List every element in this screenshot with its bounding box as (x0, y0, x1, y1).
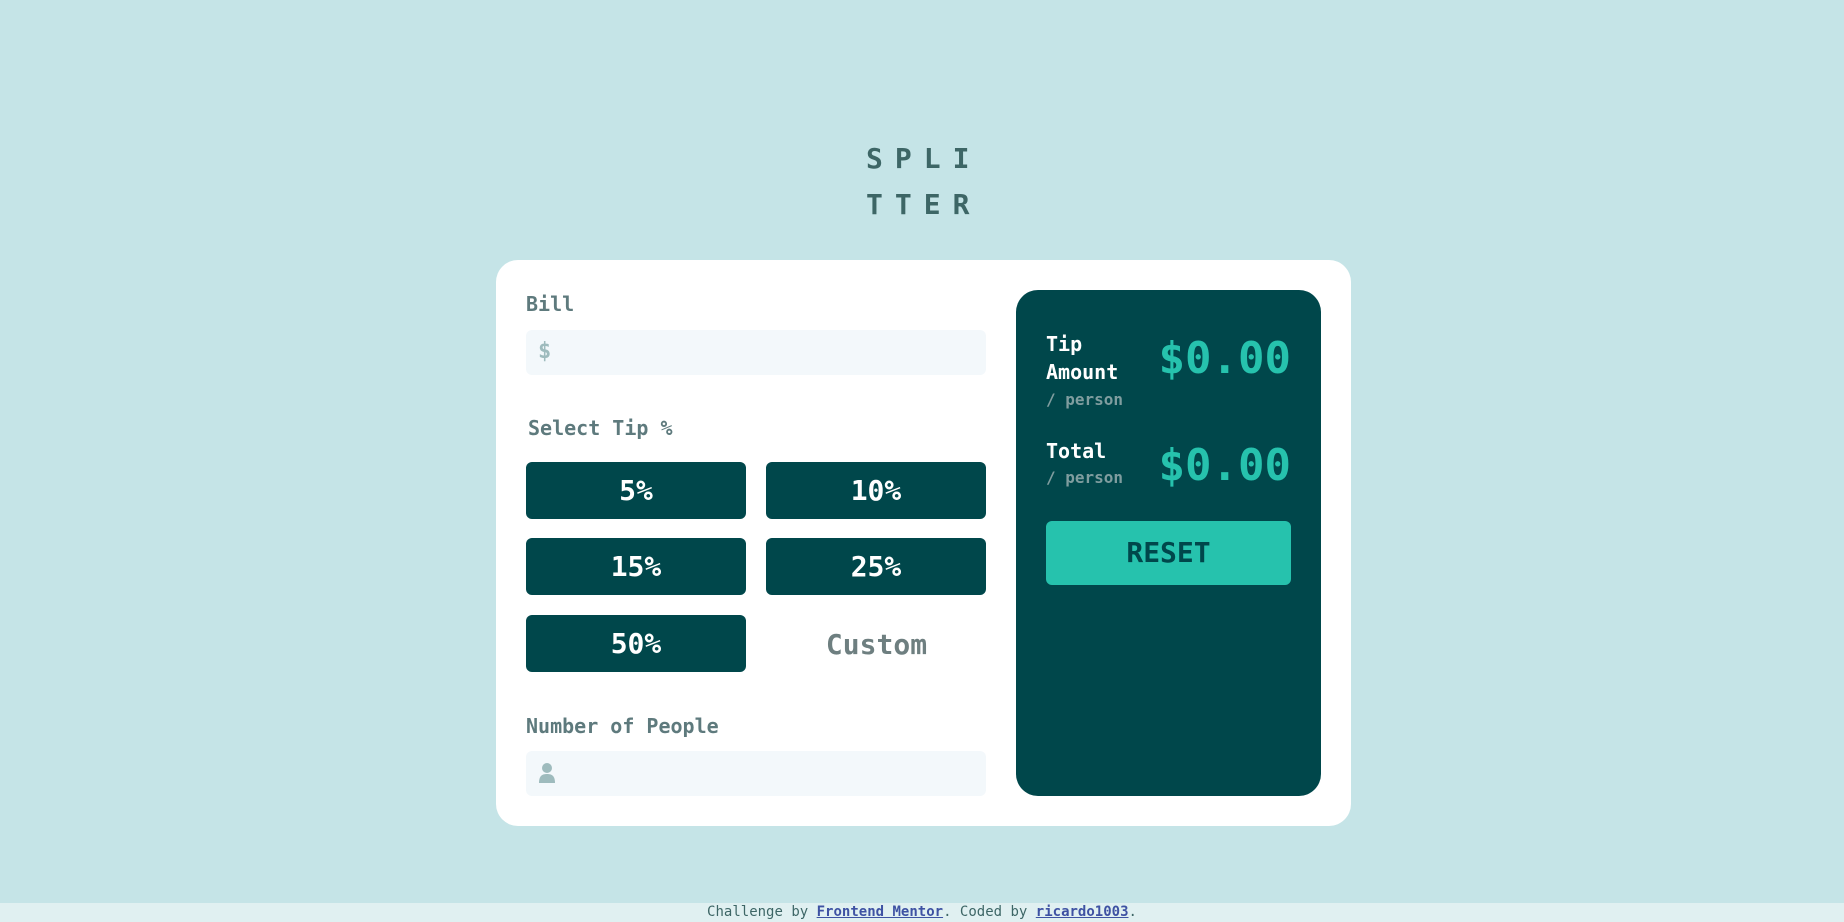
custom-tip-input[interactable]: Custom (764, 616, 989, 673)
tip-amount-value: $0.00 (1158, 333, 1291, 384)
footer-prefix: Challenge by (707, 904, 817, 920)
footer-middle: . Coded by (943, 904, 1036, 920)
total-per-person-label: / person (1046, 468, 1124, 487)
tip-10-button[interactable]: 10% (766, 462, 986, 519)
attribution-footer: Challenge by Frontend Mentor. Coded by r… (0, 903, 1844, 922)
frontend-mentor-link[interactable]: Frontend Mentor (817, 904, 943, 920)
people-input[interactable] (566, 751, 974, 796)
total-label: Total (1046, 439, 1107, 463)
app-logo: SPLITTER (866, 142, 982, 221)
tip-50-button[interactable]: 50% (526, 615, 746, 672)
people-input-wrapper (526, 751, 986, 796)
person-icon (538, 762, 556, 790)
results-panel: Tip Amount / person $0.00 Total / person… (1016, 290, 1321, 796)
calculator-card: Bill $ Select Tip % 5% 10% 15% 25% 50% C… (496, 260, 1351, 826)
reset-button[interactable]: RESET (1046, 521, 1291, 585)
tip-25-button[interactable]: 25% (766, 538, 986, 595)
bill-input-wrapper: $ (526, 330, 986, 375)
tip-15-button[interactable]: 15% (526, 538, 746, 595)
author-link[interactable]: ricardo1003 (1036, 904, 1129, 920)
tip-amount-label: Tip Amount (1046, 332, 1119, 384)
tip-per-person-label: / person (1046, 390, 1124, 409)
footer-suffix: . (1128, 904, 1137, 920)
dollar-icon: $ (538, 339, 552, 364)
select-tip-label: Select Tip % (528, 416, 673, 440)
bill-input[interactable] (566, 330, 974, 375)
bill-label: Bill (526, 292, 575, 316)
tip-5-button[interactable]: 5% (526, 462, 746, 519)
total-value: $0.00 (1158, 440, 1291, 491)
people-label: Number of People (526, 714, 719, 738)
